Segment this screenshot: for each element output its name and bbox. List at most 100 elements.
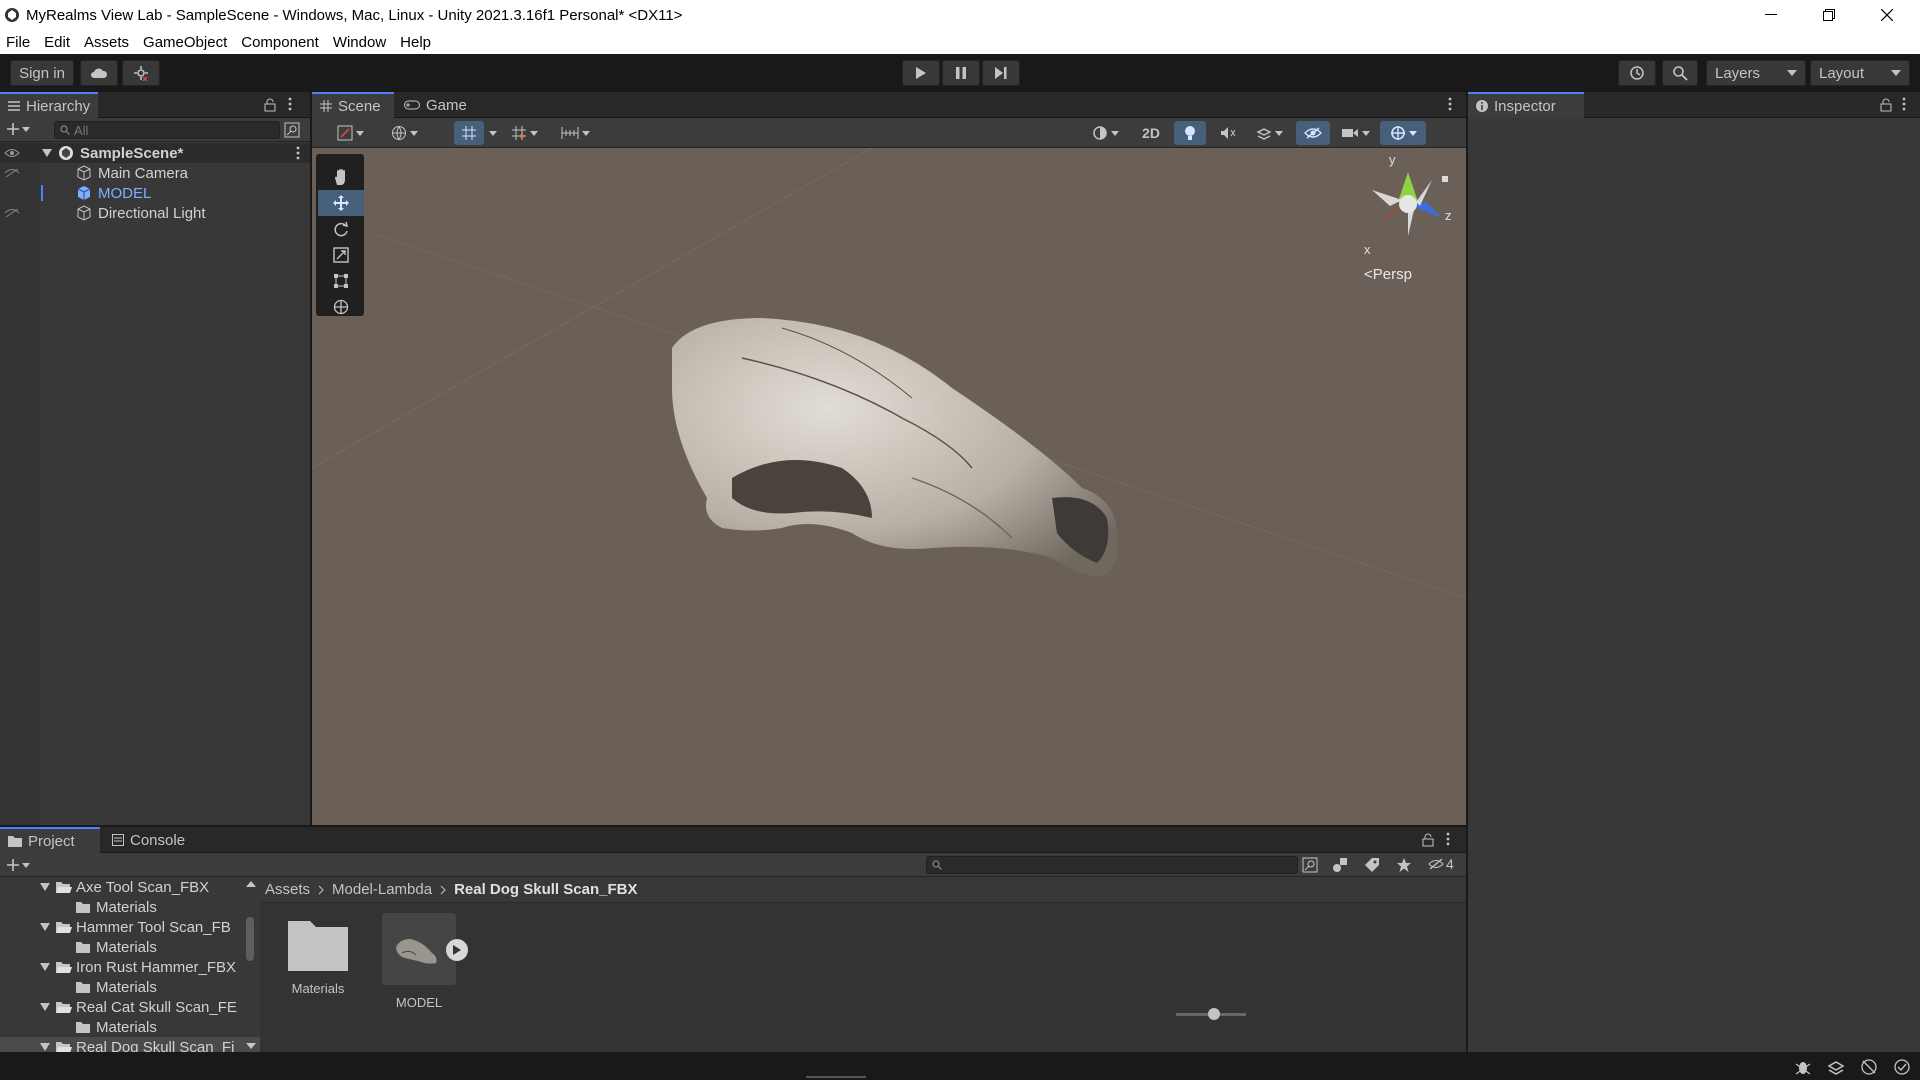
history-icon[interactable] <box>1618 60 1656 86</box>
camera-dropdown[interactable] <box>1334 121 1376 145</box>
lighting-toggle[interactable] <box>1174 121 1206 145</box>
layout-dropdown[interactable]: Layout <box>1810 60 1910 86</box>
filter-by-label-icon[interactable] <box>1364 857 1380 873</box>
scene-viewport[interactable]: y z x <Persp <box>312 148 1466 825</box>
thumbnail-size-slider-handle[interactable] <box>1208 1008 1220 1020</box>
breadcrumb-current[interactable]: Real Dog Skull Scan_FBX <box>454 881 637 898</box>
tab-project[interactable]: Project <box>0 827 100 853</box>
kebab-menu-icon[interactable] <box>1902 97 1906 111</box>
asset-item-materials[interactable]: Materials <box>278 915 358 1015</box>
collab-icon[interactable] <box>122 60 160 86</box>
breadcrumb-model-lambda[interactable]: Model-Lambda <box>332 881 432 898</box>
expand-arrow-icon[interactable] <box>40 1043 50 1051</box>
increment-snap-dropdown[interactable] <box>504 121 544 145</box>
tab-console[interactable]: Console <box>104 827 193 853</box>
effects-dropdown[interactable] <box>1248 121 1290 145</box>
pivot-global-dropdown[interactable] <box>382 121 426 145</box>
scene-menu-icon[interactable] <box>1448 97 1452 111</box>
menu-help[interactable]: Help <box>400 34 431 51</box>
hidden-eye-icon[interactable] <box>4 168 20 178</box>
favorites-star-icon[interactable] <box>1396 857 1412 873</box>
scene-row[interactable]: SampleScene* <box>0 143 310 163</box>
scene-search-icon[interactable] <box>284 122 300 138</box>
hierarchy-item-model[interactable]: MODEL <box>0 183 310 203</box>
kebab-menu-icon[interactable] <box>1446 832 1450 846</box>
network-off-icon[interactable] <box>1860 1058 1878 1076</box>
shading-mode-dropdown[interactable] <box>1084 121 1126 145</box>
check-circle-icon[interactable] <box>1893 1058 1911 1076</box>
tree-folder-materials[interactable]: Materials <box>0 937 157 957</box>
asset-item-model[interactable]: MODEL <box>374 913 468 1013</box>
lock-icon[interactable] <box>1880 98 1892 112</box>
menu-file[interactable]: File <box>6 34 30 51</box>
hierarchy-item-main-camera[interactable]: Main Camera <box>0 163 310 183</box>
hierarchy-search-input[interactable]: All <box>54 121 280 139</box>
tab-scene[interactable]: Scene <box>312 92 394 118</box>
tree-folder-materials[interactable]: Materials <box>0 977 157 997</box>
scene-menu-icon[interactable] <box>296 146 300 160</box>
tab-inspector[interactable]: Inspector <box>1468 92 1584 118</box>
expand-arrow-icon[interactable] <box>42 149 52 157</box>
scale-tool-button[interactable] <box>318 242 364 268</box>
tree-folder-axe-tool[interactable]: Axe Tool Scan_FBX <box>0 877 209 897</box>
expand-asset-play-icon[interactable] <box>446 939 468 961</box>
tree-folder-materials[interactable]: Materials <box>0 897 157 917</box>
layers-dropdown[interactable]: Layers <box>1706 60 1806 86</box>
tab-game[interactable]: Game <box>396 92 475 118</box>
sign-in-button[interactable]: Sign in <box>10 60 74 86</box>
play-button[interactable] <box>902 60 940 86</box>
close-window-button[interactable] <box>1858 0 1916 30</box>
grid-snap-dropdown[interactable] <box>486 121 500 145</box>
transform-tool-button[interactable] <box>318 294 364 320</box>
minimize-button[interactable] <box>1742 0 1800 30</box>
expand-arrow-icon[interactable] <box>40 963 50 971</box>
menu-edit[interactable]: Edit <box>44 34 70 51</box>
move-tool-button[interactable] <box>318 190 364 216</box>
scene-visibility-toggle[interactable] <box>1296 121 1330 145</box>
align-dropdown[interactable] <box>554 121 596 145</box>
hierarchy-item-directional-light[interactable]: Directional Light <box>0 203 310 223</box>
tool-handle-dropdown[interactable] <box>330 121 370 145</box>
kebab-menu-icon[interactable] <box>288 97 292 111</box>
debug-bug-icon[interactable] <box>1794 1058 1812 1076</box>
layers-stack-icon[interactable] <box>1827 1058 1845 1076</box>
add-dropdown-button[interactable] <box>6 122 30 136</box>
cloud-icon[interactable] <box>80 60 118 86</box>
menu-gameobject[interactable]: GameObject <box>143 34 227 51</box>
expand-arrow-icon[interactable] <box>40 1003 50 1011</box>
hidden-packages-toggle[interactable]: 4 <box>1428 856 1454 872</box>
hidden-eye-icon[interactable] <box>4 208 20 218</box>
tree-folder-real-dog-skull[interactable]: Real Dog Skull Scan_Fi <box>0 1037 260 1052</box>
tab-hierarchy[interactable]: Hierarchy <box>0 92 99 118</box>
tree-scroll-up-icon[interactable] <box>246 881 256 887</box>
persp-label[interactable]: <Persp <box>1364 266 1412 283</box>
tree-scrollbar-thumb[interactable] <box>246 917 254 961</box>
rect-tool-button[interactable] <box>318 268 364 294</box>
gizmos-dropdown[interactable] <box>1380 121 1426 145</box>
tree-folder-hammer-tool[interactable]: Hammer Tool Scan_FB <box>0 917 231 937</box>
create-dropdown-button[interactable] <box>6 858 30 872</box>
hand-tool-button[interactable] <box>318 164 364 190</box>
search-by-scene-icon[interactable] <box>1302 857 1318 873</box>
tree-folder-materials[interactable]: Materials <box>0 1017 157 1037</box>
filter-by-type-icon[interactable] <box>1332 857 1348 873</box>
expand-arrow-icon[interactable] <box>40 883 50 891</box>
lock-icon[interactable] <box>1422 833 1434 847</box>
orientation-gizmo[interactable] <box>1362 156 1452 246</box>
step-button[interactable] <box>982 60 1020 86</box>
lock-icon[interactable] <box>264 98 276 112</box>
menu-component[interactable]: Component <box>241 34 319 51</box>
eye-icon[interactable] <box>4 148 20 158</box>
search-icon[interactable] <box>1662 60 1698 86</box>
menu-assets[interactable]: Assets <box>84 34 129 51</box>
expand-arrow-icon[interactable] <box>40 923 50 931</box>
pause-button[interactable] <box>942 60 980 86</box>
audio-toggle[interactable] <box>1212 121 1244 145</box>
grid-snap-toggle[interactable] <box>454 121 484 145</box>
menu-window[interactable]: Window <box>333 34 386 51</box>
skull-model[interactable] <box>312 148 1466 825</box>
toggle-2d-button[interactable]: 2D <box>1134 121 1168 145</box>
rotate-tool-button[interactable] <box>318 216 364 242</box>
tree-folder-iron-rust-hammer[interactable]: Iron Rust Hammer_FBX <box>0 957 236 977</box>
tree-scroll-down-icon[interactable] <box>246 1043 256 1049</box>
